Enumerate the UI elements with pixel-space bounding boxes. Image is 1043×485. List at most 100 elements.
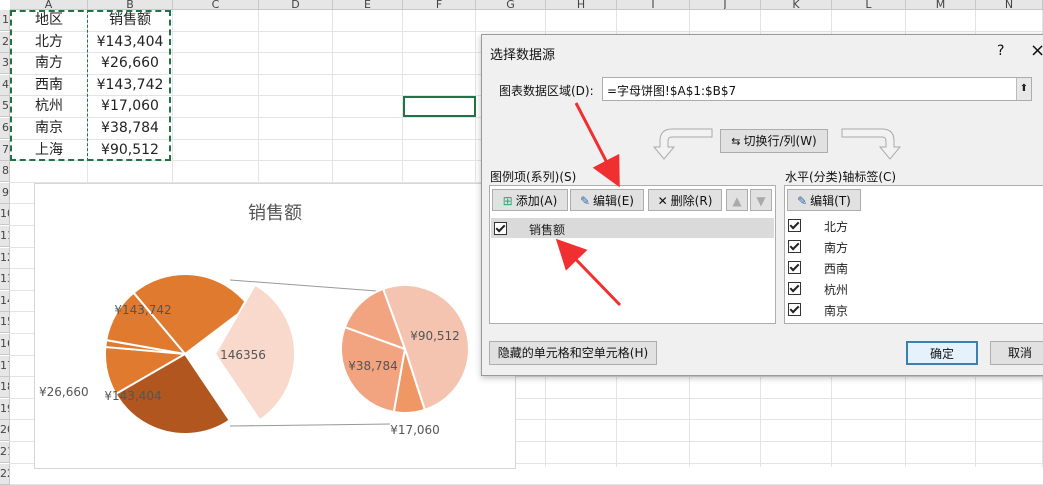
delete-series-button[interactable]: ✕ 删除(R) <box>648 189 722 211</box>
row-header-3[interactable]: 3 <box>0 53 10 75</box>
column-header-h[interactable]: H <box>546 0 617 10</box>
edit-series-button[interactable]: ✎ 编辑(E) <box>570 189 644 211</box>
down-arrow-icon: ▼ <box>756 194 766 208</box>
switch-icon: ⇆ <box>731 135 741 148</box>
axis-labels-panel: ✎ 编辑(T) 北方南方西南杭州南京 <box>784 185 1043 324</box>
row-header-12[interactable]: 12 <box>0 247 10 269</box>
axis-label-checkbox[interactable] <box>788 240 801 253</box>
row-header-10[interactable]: 10 <box>0 204 10 226</box>
switch-row-column-label: 切换行/列(W) <box>743 134 817 148</box>
copy-selection-border <box>10 10 171 161</box>
row-header-2[interactable]: 2 <box>0 31 10 53</box>
pie-label-beifang: ¥143,404 <box>104 389 161 403</box>
chart-range-label: 图表数据区域(D): <box>499 84 594 98</box>
pie-label-shanghai: ¥90,512 <box>410 329 460 343</box>
row-header-11[interactable]: 11 <box>0 226 10 247</box>
axis-labels-label: 水平(分类)轴标签(C) <box>785 170 897 184</box>
row-header-19[interactable]: 19 <box>0 398 10 420</box>
hidden-empty-cells-button[interactable]: 隐藏的单元格和空单元格(H) <box>489 341 657 365</box>
delete-icon: ✕ <box>657 194 668 208</box>
axis-label-item[interactable]: 北方 <box>788 216 1038 236</box>
collapse-dialog-icon[interactable]: ⬆ <box>1016 78 1031 100</box>
switch-row-column-button[interactable]: ⇆ 切换行/列(W) <box>720 129 828 153</box>
help-button[interactable]: ? <box>997 43 1004 59</box>
row-header-6[interactable]: 6 <box>0 118 10 139</box>
axis-label-checkbox[interactable] <box>788 219 801 232</box>
edit-series-label: 编辑(E) <box>593 194 634 208</box>
column-header-a[interactable]: A <box>10 0 88 10</box>
row-header-7[interactable]: 7 <box>0 139 10 161</box>
chart-title: 销售额 <box>248 203 302 224</box>
add-icon: ⊞ <box>502 194 513 208</box>
edit-axis-icon: ✎ <box>797 194 808 208</box>
row-header-20[interactable]: 20 <box>0 420 10 442</box>
close-button[interactable]: × <box>1030 40 1043 61</box>
column-header-e[interactable]: E <box>333 0 403 10</box>
column-header-m[interactable]: M <box>906 0 976 10</box>
series-checkbox[interactable] <box>494 222 507 235</box>
chart-range-value: =字母饼图!$A$1:$B$7 <box>607 84 737 98</box>
row-header-4[interactable]: 4 <box>0 74 10 96</box>
edit-axis-label: 编辑(T) <box>810 194 851 208</box>
column-header-f[interactable]: F <box>403 0 476 10</box>
cancel-button[interactable]: 取消 <box>990 341 1043 365</box>
axis-label-item[interactable]: 西南 <box>788 258 1038 278</box>
column-header-j[interactable]: J <box>690 0 761 10</box>
column-header-n[interactable]: N <box>976 0 1043 10</box>
axis-label-text: 西南 <box>824 262 849 276</box>
column-header-i[interactable]: I <box>617 0 690 10</box>
column-header-g[interactable]: G <box>476 0 546 10</box>
row-header-5[interactable]: 5 <box>0 96 10 118</box>
ok-button[interactable]: 确定 <box>906 341 978 365</box>
column-header-d[interactable]: D <box>259 0 333 10</box>
legend-entries-panel: ⊞ 添加(A) ✎ 编辑(E) ✕ 删除(R) ▲ ▼ 销售额 <box>489 185 776 324</box>
move-down-button[interactable]: ▼ <box>750 189 772 211</box>
column-header-c[interactable]: C <box>173 0 259 10</box>
pie-label-hangzhou: ¥17,060 <box>390 423 440 437</box>
row-header-21[interactable]: 21 <box>0 442 10 463</box>
axis-label-checkbox[interactable] <box>788 261 801 274</box>
axis-label-item[interactable]: 杭州 <box>788 279 1038 299</box>
row-header-14[interactable]: 14 <box>0 290 10 312</box>
add-series-button[interactable]: ⊞ 添加(A) <box>492 189 568 211</box>
delete-series-label: 删除(R) <box>670 194 713 208</box>
chart-svg: 销售额 ¥143,742 ¥26,660 ¥143,404 146356 ¥90,512… <box>39 203 470 437</box>
pie-label-nanjing: ¥38,784 <box>348 359 398 373</box>
axis-label-item[interactable]: 南方 <box>788 237 1038 257</box>
up-arrow-icon: ▲ <box>732 194 742 208</box>
select-data-source-dialog: 选择数据源 ? × 图表数据区域(D): =字母饼图!$A$1:$B$7 ⬆ ⇆… <box>481 34 1043 376</box>
column-header-k[interactable]: K <box>761 0 832 10</box>
dialog-title: 选择数据源 <box>490 48 556 63</box>
series-list-item[interactable]: 销售额 <box>491 218 774 238</box>
pie-label-xinan: ¥143,742 <box>114 303 171 317</box>
chart-range-input[interactable]: =字母饼图!$A$1:$B$7 ⬆ <box>602 77 1032 101</box>
pie-label-nanfang: ¥26,660 <box>39 385 89 399</box>
column-header-l[interactable]: L <box>832 0 906 10</box>
row-header-9[interactable]: 9 <box>0 182 10 204</box>
pie-label-other: 146356 <box>220 348 266 362</box>
row-header-18[interactable]: 18 <box>0 377 10 399</box>
axis-label-checkbox[interactable] <box>788 303 801 316</box>
row-header-17[interactable]: 17 <box>0 355 10 377</box>
pie-of-pie-chart[interactable]: 销售额 ¥143,742 ¥26,660 ¥143,404 146356 ¥90,512… <box>34 183 516 469</box>
axis-label-text: 南京 <box>824 304 849 318</box>
move-up-button[interactable]: ▲ <box>726 189 748 211</box>
row-header-8[interactable]: 8 <box>0 161 10 183</box>
right-arrow-icon <box>841 128 902 160</box>
active-cell[interactable] <box>403 96 476 117</box>
edit-axis-labels-button[interactable]: ✎ 编辑(T) <box>787 189 861 211</box>
axis-label-text: 杭州 <box>824 283 849 297</box>
pie-connector-line <box>229 423 391 427</box>
row-header-13[interactable]: 13 <box>0 269 10 291</box>
axis-label-checkbox[interactable] <box>788 282 801 295</box>
axis-label-item[interactable]: 南京 <box>788 300 1038 320</box>
left-arrow-icon <box>652 128 713 160</box>
column-header-b[interactable]: B <box>88 0 173 10</box>
row-header-1[interactable]: 1 <box>0 10 10 31</box>
legend-entries-label: 图例项(系列)(S) <box>490 170 577 184</box>
row-header-16[interactable]: 16 <box>0 334 10 355</box>
axis-label-text: 北方 <box>824 220 849 234</box>
row-header-15[interactable]: 15 <box>0 312 10 334</box>
series-name: 销售额 <box>529 223 566 237</box>
axis-label-text: 南方 <box>824 241 849 255</box>
